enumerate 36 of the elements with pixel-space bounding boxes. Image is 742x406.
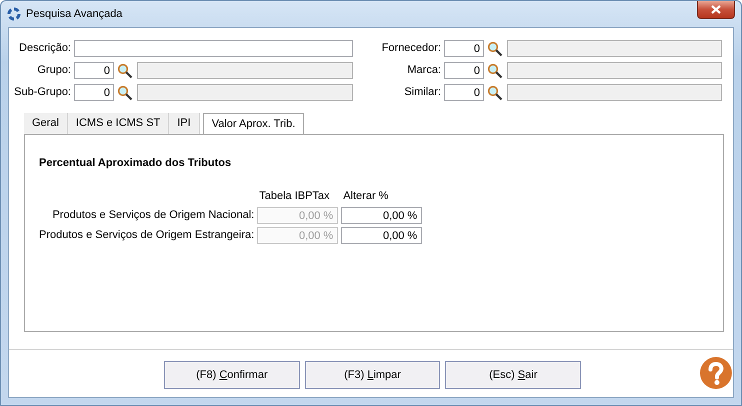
search-icon[interactable] xyxy=(487,84,503,100)
percent-field[interactable]: 0,00 % xyxy=(341,207,422,224)
code-field[interactable]: 0 xyxy=(444,40,484,57)
field-label: Sub-Grupo: xyxy=(13,85,72,100)
tab[interactable]: Geral xyxy=(24,113,68,134)
field-label: Marca: xyxy=(406,63,442,78)
row-label: Produtos e Serviços de Origem Estrangeira: xyxy=(39,228,256,243)
field-label: Grupo: xyxy=(36,63,72,78)
section-title: Percentual Aproximado dos Tributos xyxy=(39,156,232,171)
close-icon xyxy=(711,5,721,14)
row-label: Produtos e Serviços de Origem Nacional: xyxy=(51,208,256,223)
tab[interactable]: IPI xyxy=(169,113,200,134)
action-button[interactable]: (F3) Limpar xyxy=(304,361,440,389)
code-field[interactable]: 0 xyxy=(444,84,484,101)
code-field[interactable]: 0 xyxy=(74,62,114,79)
search-icon[interactable] xyxy=(487,62,503,78)
text-field[interactable] xyxy=(74,40,353,57)
help-icon[interactable] xyxy=(699,356,733,390)
action-button[interactable]: (Esc) Sair xyxy=(445,361,582,389)
field-label: Descrição: xyxy=(18,41,72,56)
close-button[interactable] xyxy=(697,1,735,19)
column-header: Tabela IBPTax xyxy=(258,188,331,204)
column-header: Alterar % xyxy=(342,188,390,204)
percent-field[interactable]: 0,00 % xyxy=(341,227,422,244)
action-button[interactable]: (F8) Confirmar xyxy=(164,361,300,389)
field-label: Similar: xyxy=(403,85,442,100)
search-icon[interactable] xyxy=(487,40,503,56)
field-label: Fornecedor: xyxy=(380,41,442,56)
code-field[interactable]: 0 xyxy=(444,62,484,79)
app-icon xyxy=(7,7,21,21)
search-icon[interactable] xyxy=(117,62,133,78)
tab[interactable]: ICMS e ICMS ST xyxy=(68,113,170,134)
code-field[interactable]: 0 xyxy=(74,84,114,101)
search-icon[interactable] xyxy=(117,84,133,100)
tab[interactable]: Valor Aprox. Trib. xyxy=(202,113,304,134)
window-title: Pesquisa Avançada xyxy=(26,6,122,22)
